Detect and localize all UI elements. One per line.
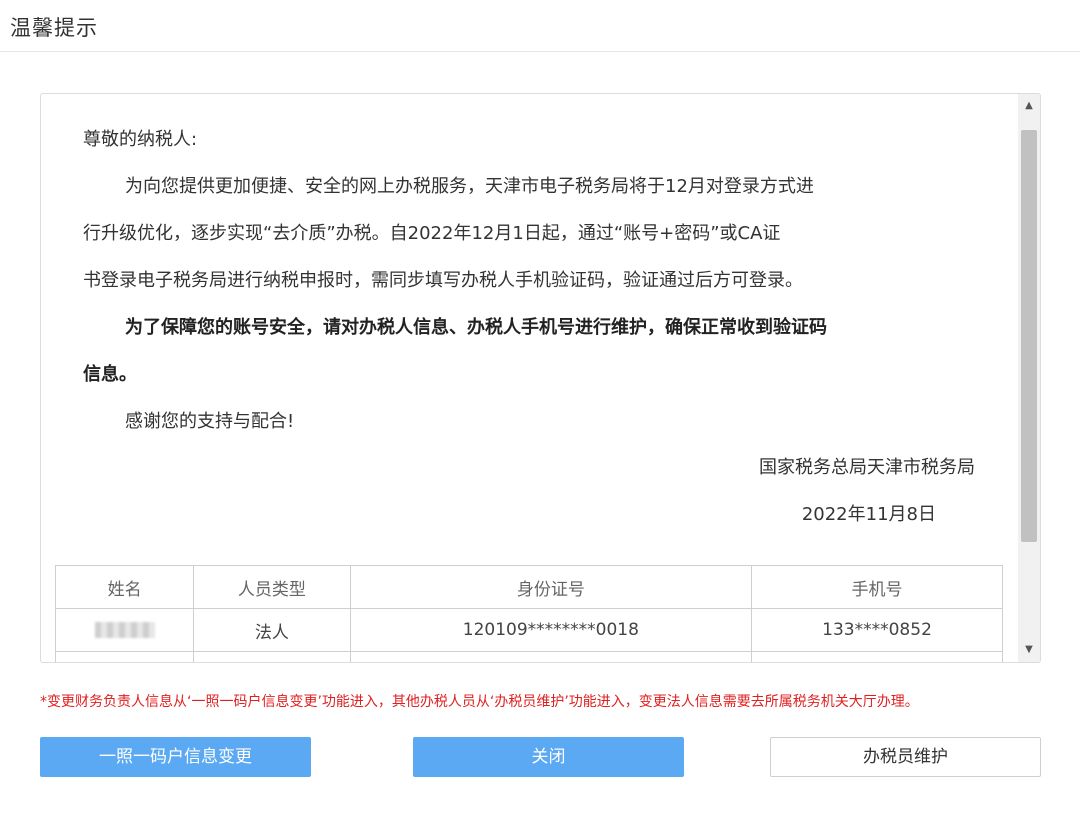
vertical-scrollbar[interactable]: ▲ ▼ xyxy=(1018,94,1040,662)
letter-date: 2022年11月8日 xyxy=(801,504,936,525)
letter-bold-line2: 信息。 xyxy=(83,364,137,385)
scroll-thumb[interactable] xyxy=(1021,130,1037,542)
change-info-button[interactable]: 一照一码户信息变更 xyxy=(40,737,311,777)
notice-text: *变更财务负责人信息从‘一照一码户信息变更’功能进入，其他办税人员从‘办税员维护… xyxy=(40,694,919,710)
table-cell-id: 120109********0018 xyxy=(349,608,753,652)
table-header-name: 姓名 xyxy=(54,565,195,609)
table-header-row: 姓名 人员类型 身份证号 手机号 xyxy=(54,565,1003,609)
table-header-phone: 手机号 xyxy=(751,565,1003,609)
taxpayer-info-table: 姓名 人员类型 身份证号 手机号 法人 120109********0018 1… xyxy=(54,565,1003,662)
scroll-up-icon[interactable]: ▲ xyxy=(1018,96,1040,116)
table-row: 法人 120109********0018 133****0852 xyxy=(54,608,1003,652)
letter-greeting: 尊敬的纳税人: xyxy=(83,129,198,150)
blurred-name xyxy=(94,622,155,638)
maintain-button[interactable]: 办税员维护 xyxy=(770,737,1041,777)
close-button[interactable]: 关闭 xyxy=(413,737,684,777)
table-row xyxy=(54,651,1003,662)
letter-para1-line2: 行升级优化，逐步实现“去介质”办税。自2022年12月1日起，通过“账号+密码”… xyxy=(83,223,781,244)
scroll-area[interactable]: 尊敬的纳税人: 为向您提供更加便捷、安全的网上办税服务，天津市电子税务局将于12… xyxy=(41,94,1018,662)
scroll-down-icon[interactable]: ▼ xyxy=(1018,640,1040,660)
table-cell-phone: 133****0852 xyxy=(751,608,1003,652)
letter-para1-line3: 书登录电子税务局进行纳税申报时，需同步填写办税人手机验证码，验证通过后方可登录。 xyxy=(83,270,803,291)
table-cell-name xyxy=(54,608,195,652)
letter-thanks: 感谢您的支持与配合! xyxy=(125,411,295,432)
table-header-id: 身份证号 xyxy=(349,565,753,609)
dialog-header: 温馨提示 xyxy=(0,0,1080,52)
letter-para1-line1: 为向您提供更加便捷、安全的网上办税服务，天津市电子税务局将于12月对登录方式进 xyxy=(125,176,814,197)
table-header-type: 人员类型 xyxy=(193,565,351,609)
content-box: 尊敬的纳税人: 为向您提供更加便捷、安全的网上办税服务，天津市电子税务局将于12… xyxy=(40,93,1041,663)
letter-bold-line1: 为了保障您的账号安全，请对办税人信息、办税人手机号进行维护，确保正常收到验证码 xyxy=(125,317,827,338)
table-cell-type: 法人 xyxy=(193,608,351,652)
dialog-title: 温馨提示 xyxy=(10,16,98,40)
letter-signature: 国家税务总局天津市税务局 xyxy=(759,457,975,478)
